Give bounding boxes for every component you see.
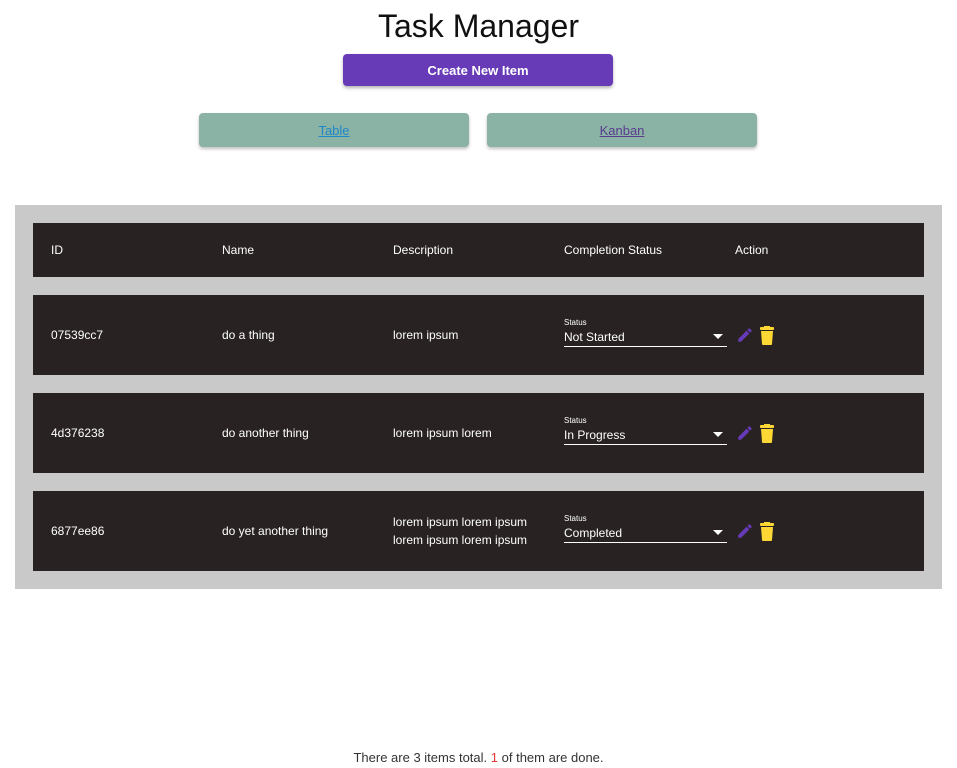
status-underline — [564, 444, 727, 445]
done-count: 1 — [490, 750, 498, 765]
task-description: lorem ipsum — [393, 295, 553, 375]
summary-prefix: There are 3 items total. — [353, 750, 488, 765]
table-row: 4d376238 do another thing lorem ipsum lo… — [33, 393, 924, 473]
pencil-icon[interactable] — [735, 324, 755, 346]
status-cell: Status Completed — [564, 491, 727, 571]
items-summary: There are 3 items total. 1 of them are d… — [0, 750, 957, 765]
description-line: lorem ipsum lorem — [393, 426, 492, 440]
header-completion-status: Completion Status — [564, 243, 663, 257]
task-id: 6877ee86 — [51, 524, 105, 538]
caret-down-icon — [713, 530, 723, 535]
table-view-link[interactable]: Table — [199, 113, 469, 147]
page-title: Task Manager — [378, 8, 579, 44]
status-field-label: Status — [564, 318, 587, 327]
task-id: 07539cc7 — [51, 328, 104, 342]
task-name: do a thing — [222, 328, 275, 342]
trash-icon[interactable] — [757, 520, 777, 542]
status-value: In Progress — [564, 428, 626, 442]
description-line: lorem ipsum — [393, 328, 459, 342]
action-cell — [735, 393, 855, 473]
caret-down-icon — [713, 432, 723, 437]
summary-suffix: of them are done. — [501, 750, 604, 765]
caret-down-icon — [713, 334, 723, 339]
action-cell — [735, 491, 855, 571]
task-description: lorem ipsum lorem ipsum lorem ipsum lore… — [393, 491, 553, 571]
status-value: Not Started — [564, 330, 625, 344]
description-line: lorem ipsum lorem ipsum — [393, 515, 528, 529]
task-id: 4d376238 — [51, 426, 105, 440]
description-line: lorem ipsum lorem ipsum — [393, 533, 528, 547]
task-description: lorem ipsum lorem — [393, 393, 553, 473]
status-field-label: Status — [564, 514, 587, 523]
status-select[interactable]: Status In Progress — [564, 416, 727, 450]
kanban-view-link[interactable]: Kanban — [487, 113, 757, 147]
task-name: do another thing — [222, 426, 309, 440]
status-field-label: Status — [564, 416, 587, 425]
trash-icon[interactable] — [757, 422, 777, 444]
table-row: 6877ee86 do yet another thing lorem ipsu… — [33, 491, 924, 571]
header-description: Description — [393, 243, 454, 257]
status-cell: Status Not Started — [564, 295, 727, 375]
pencil-icon[interactable] — [735, 422, 755, 444]
header-action: Action — [735, 243, 769, 257]
action-cell — [735, 295, 855, 375]
pencil-icon[interactable] — [735, 520, 755, 542]
table-header-row: ID Name Description Completion Status Ac… — [33, 223, 924, 277]
task-table: ID Name Description Completion Status Ac… — [15, 205, 942, 589]
status-value: Completed — [564, 526, 623, 540]
task-name: do yet another thing — [222, 524, 329, 538]
trash-icon[interactable] — [757, 324, 777, 346]
header-name: Name — [222, 243, 255, 257]
table-row: 07539cc7 do a thing lorem ipsum Status N… — [33, 295, 924, 375]
status-underline — [564, 542, 727, 543]
header-id: ID — [51, 243, 63, 257]
status-select[interactable]: Status Not Started — [564, 318, 727, 352]
status-cell: Status In Progress — [564, 393, 727, 473]
create-new-item-button[interactable]: Create New Item — [343, 54, 613, 86]
status-select[interactable]: Status Completed — [564, 514, 727, 548]
status-underline — [564, 346, 727, 347]
